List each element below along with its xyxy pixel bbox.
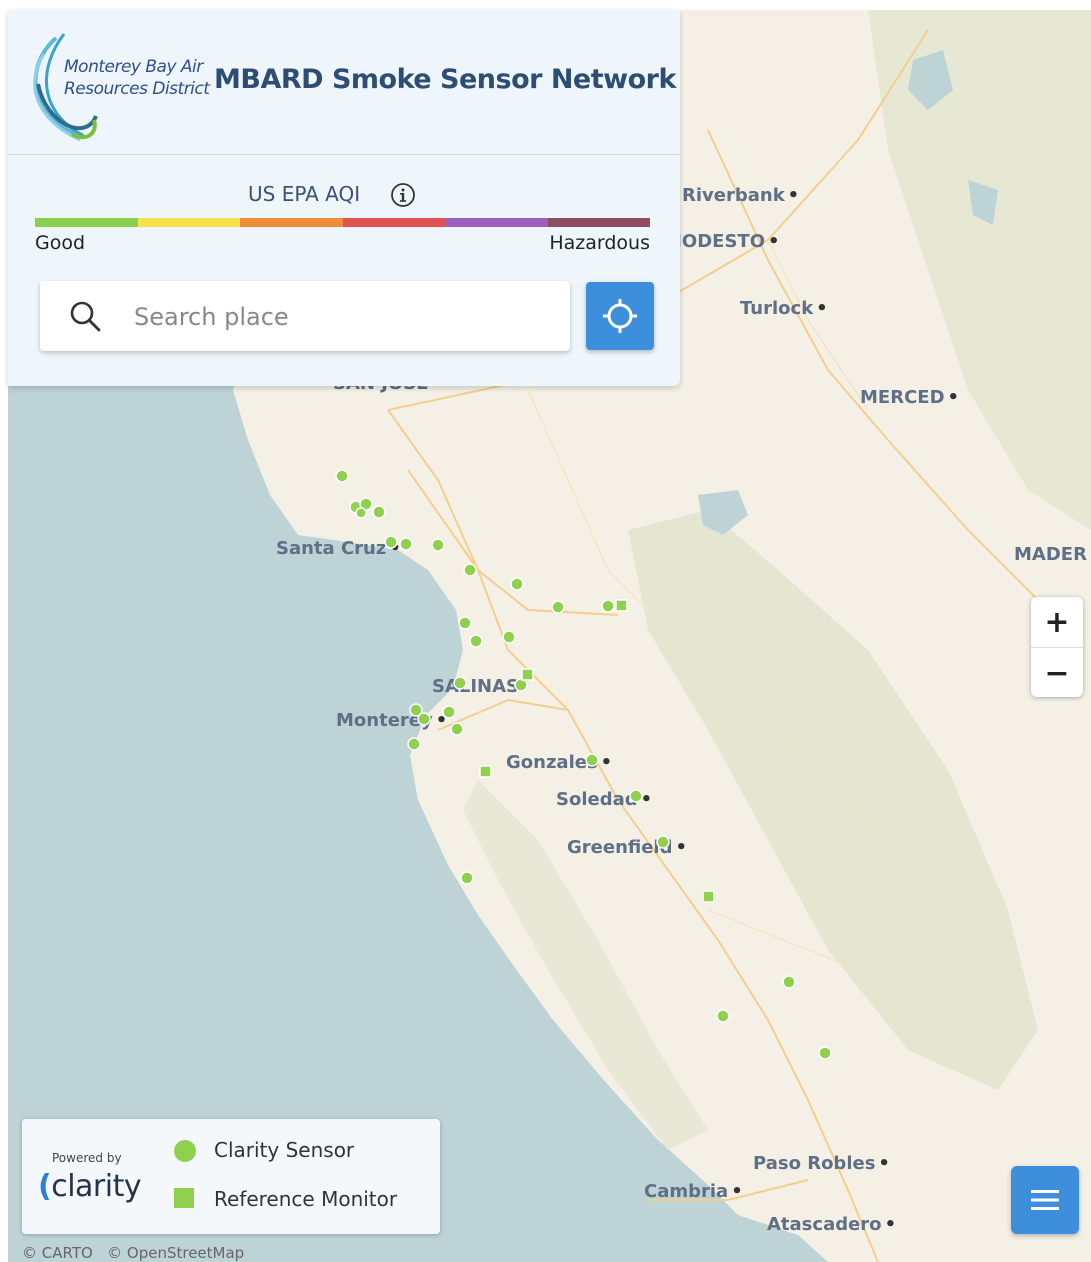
- logo-text: Monterey Bay Air Resources District: [64, 57, 210, 99]
- map-attribution: © CARTO © OpenStreetMap: [22, 1244, 244, 1262]
- city-label: MADER: [1014, 544, 1087, 565]
- city-label: MERCED •: [860, 387, 960, 408]
- city-label: Santa Cruz •: [276, 538, 401, 559]
- zoom-in-button[interactable]: +: [1031, 597, 1083, 648]
- aqi-high-label: Hazardous: [549, 232, 650, 254]
- city-label: Greenfield •: [567, 837, 688, 858]
- search-box[interactable]: [40, 281, 570, 351]
- reference-monitor-legend-label: Reference Monitor: [214, 1187, 398, 1211]
- aqi-segment-hazardous: [547, 218, 650, 227]
- page-title: MBARD Smoke Sensor Network: [214, 64, 676, 95]
- city-label: Cambria •: [644, 1181, 743, 1202]
- aqi-segment-usg: [240, 218, 343, 227]
- city-label: Atascadero •: [767, 1214, 897, 1235]
- hamburger-menu-icon: [1031, 1190, 1059, 1210]
- city-label: Paso Robles •: [753, 1153, 890, 1174]
- menu-button[interactable]: [1011, 1166, 1079, 1234]
- aqi-low-label: Good: [35, 232, 86, 254]
- aqi-segment-moderate: [137, 218, 240, 227]
- clarity-sensor-legend-icon: [174, 1140, 196, 1162]
- aqi-segment-unhealthy: [342, 218, 445, 227]
- clarity-sensor-legend-label: Clarity Sensor: [214, 1138, 355, 1162]
- zoom-control: + −: [1031, 597, 1083, 697]
- locate-me-button[interactable]: [586, 282, 654, 350]
- search-input[interactable]: [132, 293, 556, 341]
- crosshair-icon: [603, 299, 637, 333]
- city-label: Riverbank •: [682, 185, 800, 206]
- powered-by-label: Powered by: [52, 1151, 122, 1165]
- osm-attribution-link[interactable]: © OpenStreetMap: [107, 1244, 244, 1262]
- aqi-scale-title: US EPA AQI: [248, 182, 361, 206]
- clarity-logo: (clarity: [38, 1169, 142, 1204]
- reference-monitor-legend-icon: [174, 1188, 194, 1208]
- city-label: SALINAS: [432, 676, 520, 697]
- info-icon[interactable]: [390, 182, 416, 208]
- aqi-color-scale: [35, 218, 650, 227]
- map-legend: Powered by (clarity Clarity Sensor Refer…: [22, 1119, 440, 1234]
- city-label: Turlock •: [740, 298, 828, 319]
- carto-attribution-link[interactable]: © CARTO: [22, 1244, 93, 1262]
- city-label: Gonzales •: [506, 752, 613, 773]
- zoom-out-button[interactable]: −: [1031, 648, 1083, 698]
- panel-header: Monterey Bay Air Resources District MBAR…: [8, 10, 680, 155]
- city-label: Soledad •: [556, 789, 653, 810]
- info-panel: Monterey Bay Air Resources District MBAR…: [8, 10, 680, 386]
- aqi-segment-good: [35, 218, 138, 227]
- search-icon: [70, 301, 101, 332]
- city-label: MODESTO •: [664, 231, 780, 252]
- city-label: Monterey •: [336, 710, 448, 731]
- aqi-segment-very-unhealthy: [445, 218, 548, 227]
